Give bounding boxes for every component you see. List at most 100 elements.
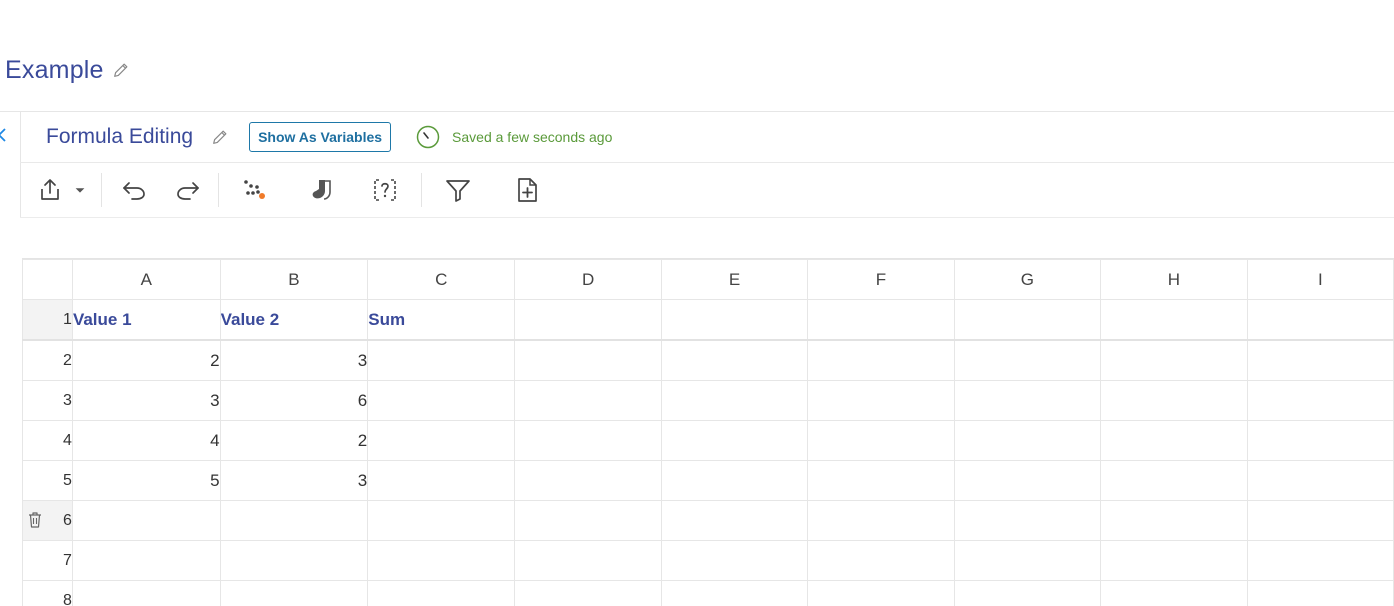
collapse-panel-chevron-icon[interactable] (0, 126, 8, 144)
cell[interactable] (1100, 339, 1248, 381)
cell[interactable] (1246, 460, 1394, 501)
cell[interactable]: 4 (71, 420, 221, 461)
cell[interactable]: 3 (71, 380, 221, 421)
show-as-variables-button[interactable]: Show As Variables (249, 122, 392, 152)
export-dropdown-button[interactable] (72, 170, 88, 210)
column-header-d[interactable]: D (514, 259, 662, 300)
cell[interactable] (219, 540, 369, 581)
edit-title-pencil-icon[interactable] (112, 61, 130, 79)
column-header-f[interactable]: F (807, 259, 955, 300)
cell[interactable] (953, 339, 1102, 381)
cell[interactable] (660, 460, 809, 501)
cell[interactable] (1100, 380, 1248, 421)
help-variable-button[interactable] (371, 170, 399, 210)
cell[interactable] (660, 540, 809, 581)
cell[interactable] (807, 299, 955, 341)
cell[interactable] (660, 500, 809, 541)
cell[interactable]: 2 (219, 420, 369, 461)
cell[interactable] (660, 580, 809, 606)
cell[interactable]: 2 (71, 339, 221, 381)
row-header[interactable]: 4 (22, 420, 73, 461)
socks-button[interactable] (307, 170, 335, 210)
cell[interactable] (71, 500, 221, 541)
undo-button[interactable] (120, 170, 148, 210)
cell[interactable] (1246, 299, 1394, 341)
cell[interactable] (660, 420, 809, 461)
cell[interactable] (1100, 460, 1248, 501)
column-header-h[interactable]: H (1100, 259, 1248, 300)
cell[interactable] (1246, 380, 1394, 421)
cell[interactable] (953, 420, 1102, 461)
filter-button[interactable] (443, 170, 473, 210)
cell[interactable] (367, 339, 516, 381)
cell[interactable]: Sum (367, 299, 516, 341)
cell[interactable] (1246, 500, 1394, 541)
cell[interactable] (1246, 420, 1394, 461)
cell[interactable] (514, 580, 662, 606)
cell[interactable] (219, 500, 369, 541)
cell[interactable] (807, 460, 955, 501)
cell[interactable] (1246, 339, 1394, 381)
cell[interactable] (1100, 500, 1248, 541)
cell[interactable] (807, 580, 955, 606)
cell[interactable] (367, 460, 516, 501)
cell[interactable] (660, 380, 809, 421)
cell[interactable] (807, 380, 955, 421)
cell[interactable] (807, 420, 955, 461)
cell[interactable]: Value 1 (71, 299, 221, 341)
cell[interactable] (953, 540, 1102, 581)
cell[interactable] (1246, 580, 1394, 606)
cell[interactable] (1100, 420, 1248, 461)
cell[interactable] (953, 380, 1102, 421)
cell[interactable]: 3 (219, 339, 369, 381)
cell[interactable] (660, 339, 809, 381)
row-header[interactable]: 5 (22, 460, 73, 501)
cell[interactable] (514, 339, 662, 381)
redo-button[interactable] (174, 170, 202, 210)
cell[interactable] (1246, 540, 1394, 581)
cell[interactable] (367, 500, 516, 541)
cell[interactable] (1100, 580, 1248, 606)
cell[interactable] (660, 299, 809, 341)
cell[interactable] (71, 540, 221, 581)
edit-sheet-title-pencil-icon[interactable] (211, 128, 229, 146)
cell[interactable] (807, 500, 955, 541)
export-button[interactable] (36, 170, 64, 210)
cell[interactable] (514, 500, 662, 541)
row-header[interactable]: 3 (22, 380, 73, 421)
cell[interactable] (953, 299, 1102, 341)
cell[interactable] (514, 420, 662, 461)
cell[interactable] (514, 299, 662, 341)
row-header[interactable]: 1 (22, 299, 73, 341)
cell[interactable] (807, 540, 955, 581)
column-header-c[interactable]: C (367, 259, 516, 300)
corner-cell[interactable] (22, 259, 73, 300)
document-title[interactable]: Example (5, 56, 104, 85)
column-header-a[interactable]: A (71, 259, 221, 300)
row-header[interactable]: 2 (22, 339, 73, 381)
cell[interactable] (219, 580, 369, 606)
regression-button[interactable] (241, 170, 269, 210)
cell[interactable]: 6 (219, 380, 369, 421)
row-header[interactable]: 8 (22, 580, 73, 606)
column-header-i[interactable]: I (1246, 259, 1394, 300)
cell[interactable] (514, 380, 662, 421)
cell[interactable]: Value 2 (219, 299, 369, 341)
cell[interactable] (953, 460, 1102, 501)
delete-row-trash-icon[interactable] (27, 511, 43, 529)
row-header[interactable]: 7 (22, 540, 73, 581)
cell[interactable]: 3 (219, 460, 369, 501)
cell[interactable] (807, 339, 955, 381)
cell[interactable] (1100, 540, 1248, 581)
cell[interactable] (1100, 299, 1248, 341)
cell[interactable] (367, 380, 516, 421)
cell[interactable] (953, 500, 1102, 541)
cell[interactable]: 5 (71, 460, 221, 501)
cell[interactable] (367, 580, 516, 606)
cell[interactable] (953, 580, 1102, 606)
cell[interactable] (514, 540, 662, 581)
row-header[interactable]: 6 (22, 500, 73, 541)
sheet-title[interactable]: Formula Editing (46, 125, 193, 149)
add-file-button[interactable] (513, 170, 541, 210)
cell[interactable] (367, 540, 516, 581)
